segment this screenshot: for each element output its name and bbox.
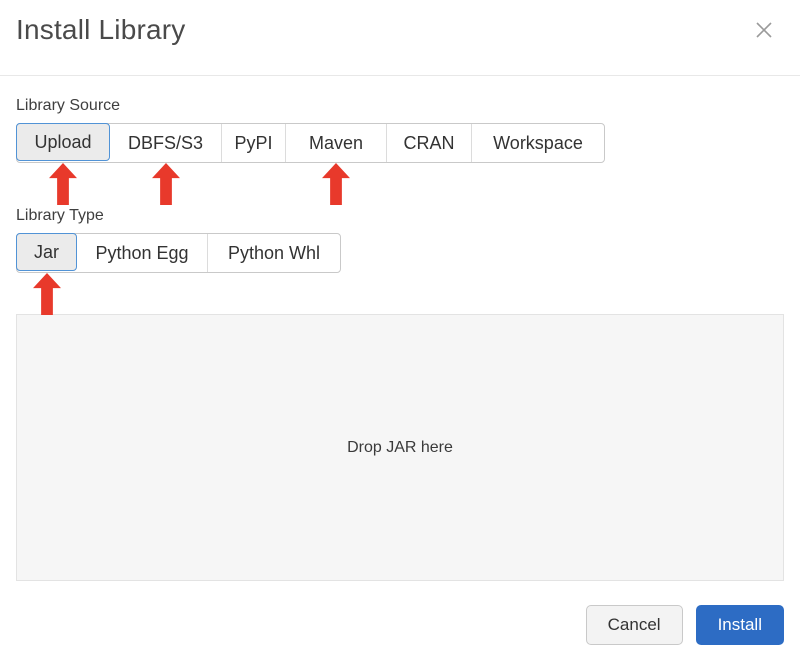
library-type-group: Jar Python Egg Python Whl (16, 233, 341, 273)
type-option-python-egg[interactable]: Python Egg (77, 234, 208, 272)
library-source-group: Upload DBFS/S3 PyPI Maven CRAN Workspace (16, 123, 605, 163)
library-type-label: Library Type (16, 207, 784, 225)
jar-dropzone[interactable]: Drop JAR here (16, 314, 784, 581)
cancel-button[interactable]: Cancel (586, 605, 683, 645)
dialog-header: Install Library (0, 0, 800, 76)
source-option-pypi[interactable]: PyPI (222, 124, 286, 162)
source-option-maven[interactable]: Maven (286, 124, 387, 162)
install-button[interactable]: Install (696, 605, 784, 645)
type-option-jar[interactable]: Jar (16, 233, 77, 271)
source-option-workspace[interactable]: Workspace (472, 124, 604, 162)
close-icon[interactable] (754, 20, 774, 40)
dialog-footer: Cancel Install (16, 605, 784, 645)
annotation-arrow-upload-icon (49, 163, 77, 205)
source-annotation-arrows (16, 163, 800, 205)
annotation-arrow-dbfs-icon (152, 163, 180, 205)
library-source-label: Library Source (16, 97, 784, 115)
type-annotation-arrows (16, 273, 800, 314)
annotation-arrow-jar-icon (33, 273, 61, 315)
source-option-dbfs-s3[interactable]: DBFS/S3 (110, 124, 222, 162)
install-library-dialog: Install Library Library Source Upload DB… (0, 0, 800, 652)
dialog-title: Install Library (16, 14, 186, 46)
type-option-python-whl[interactable]: Python Whl (208, 234, 340, 272)
source-option-upload[interactable]: Upload (16, 123, 110, 161)
annotation-arrow-maven-icon (322, 163, 350, 205)
source-option-cran[interactable]: CRAN (387, 124, 472, 162)
dropzone-text: Drop JAR here (347, 439, 453, 457)
